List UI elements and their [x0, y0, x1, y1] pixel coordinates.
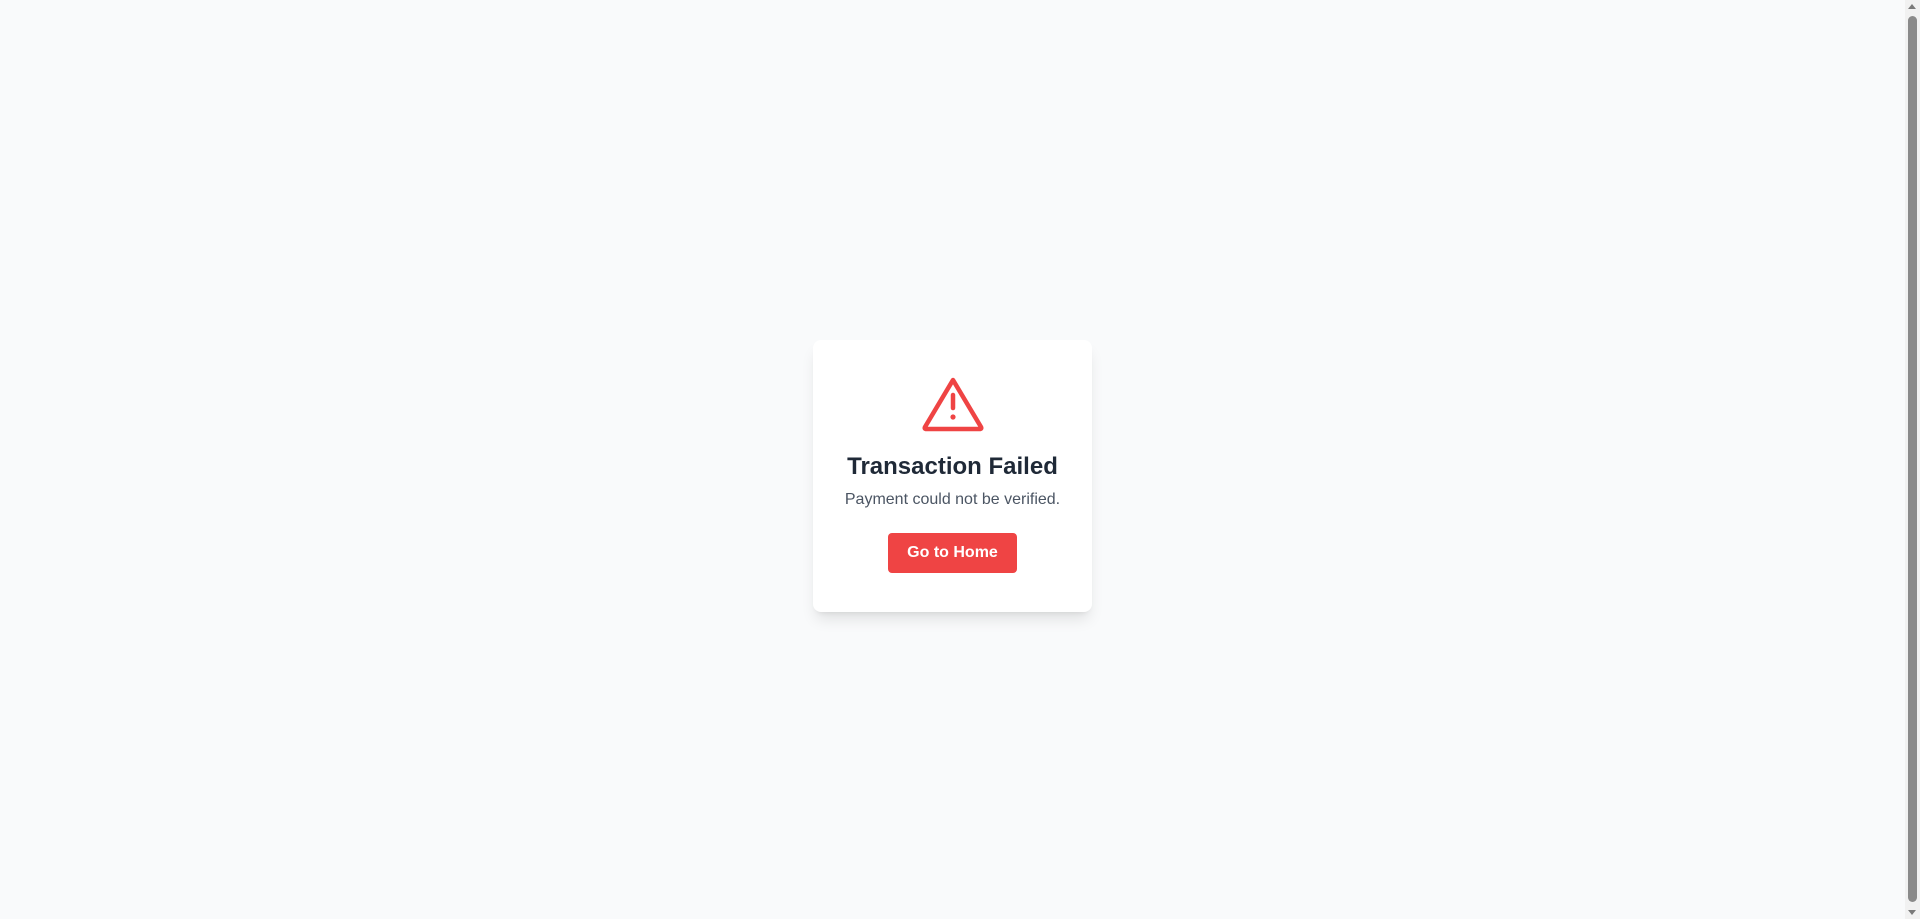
error-message: Payment could not be verified.	[844, 491, 1061, 508]
go-to-home-button[interactable]: Go to Home	[888, 533, 1017, 573]
page-title: Transaction Failed	[847, 453, 1058, 480]
vertical-scrollbar[interactable]	[1905, 0, 1920, 919]
error-card: Transaction Failed Payment could not be …	[813, 340, 1092, 612]
page-background: Transaction Failed Payment could not be …	[0, 0, 1905, 919]
scroll-down-arrow-icon[interactable]	[1908, 910, 1916, 915]
scroll-up-arrow-icon[interactable]	[1908, 4, 1916, 9]
scrollbar-thumb[interactable]	[1908, 16, 1917, 902]
warning-triangle-icon	[921, 377, 984, 432]
